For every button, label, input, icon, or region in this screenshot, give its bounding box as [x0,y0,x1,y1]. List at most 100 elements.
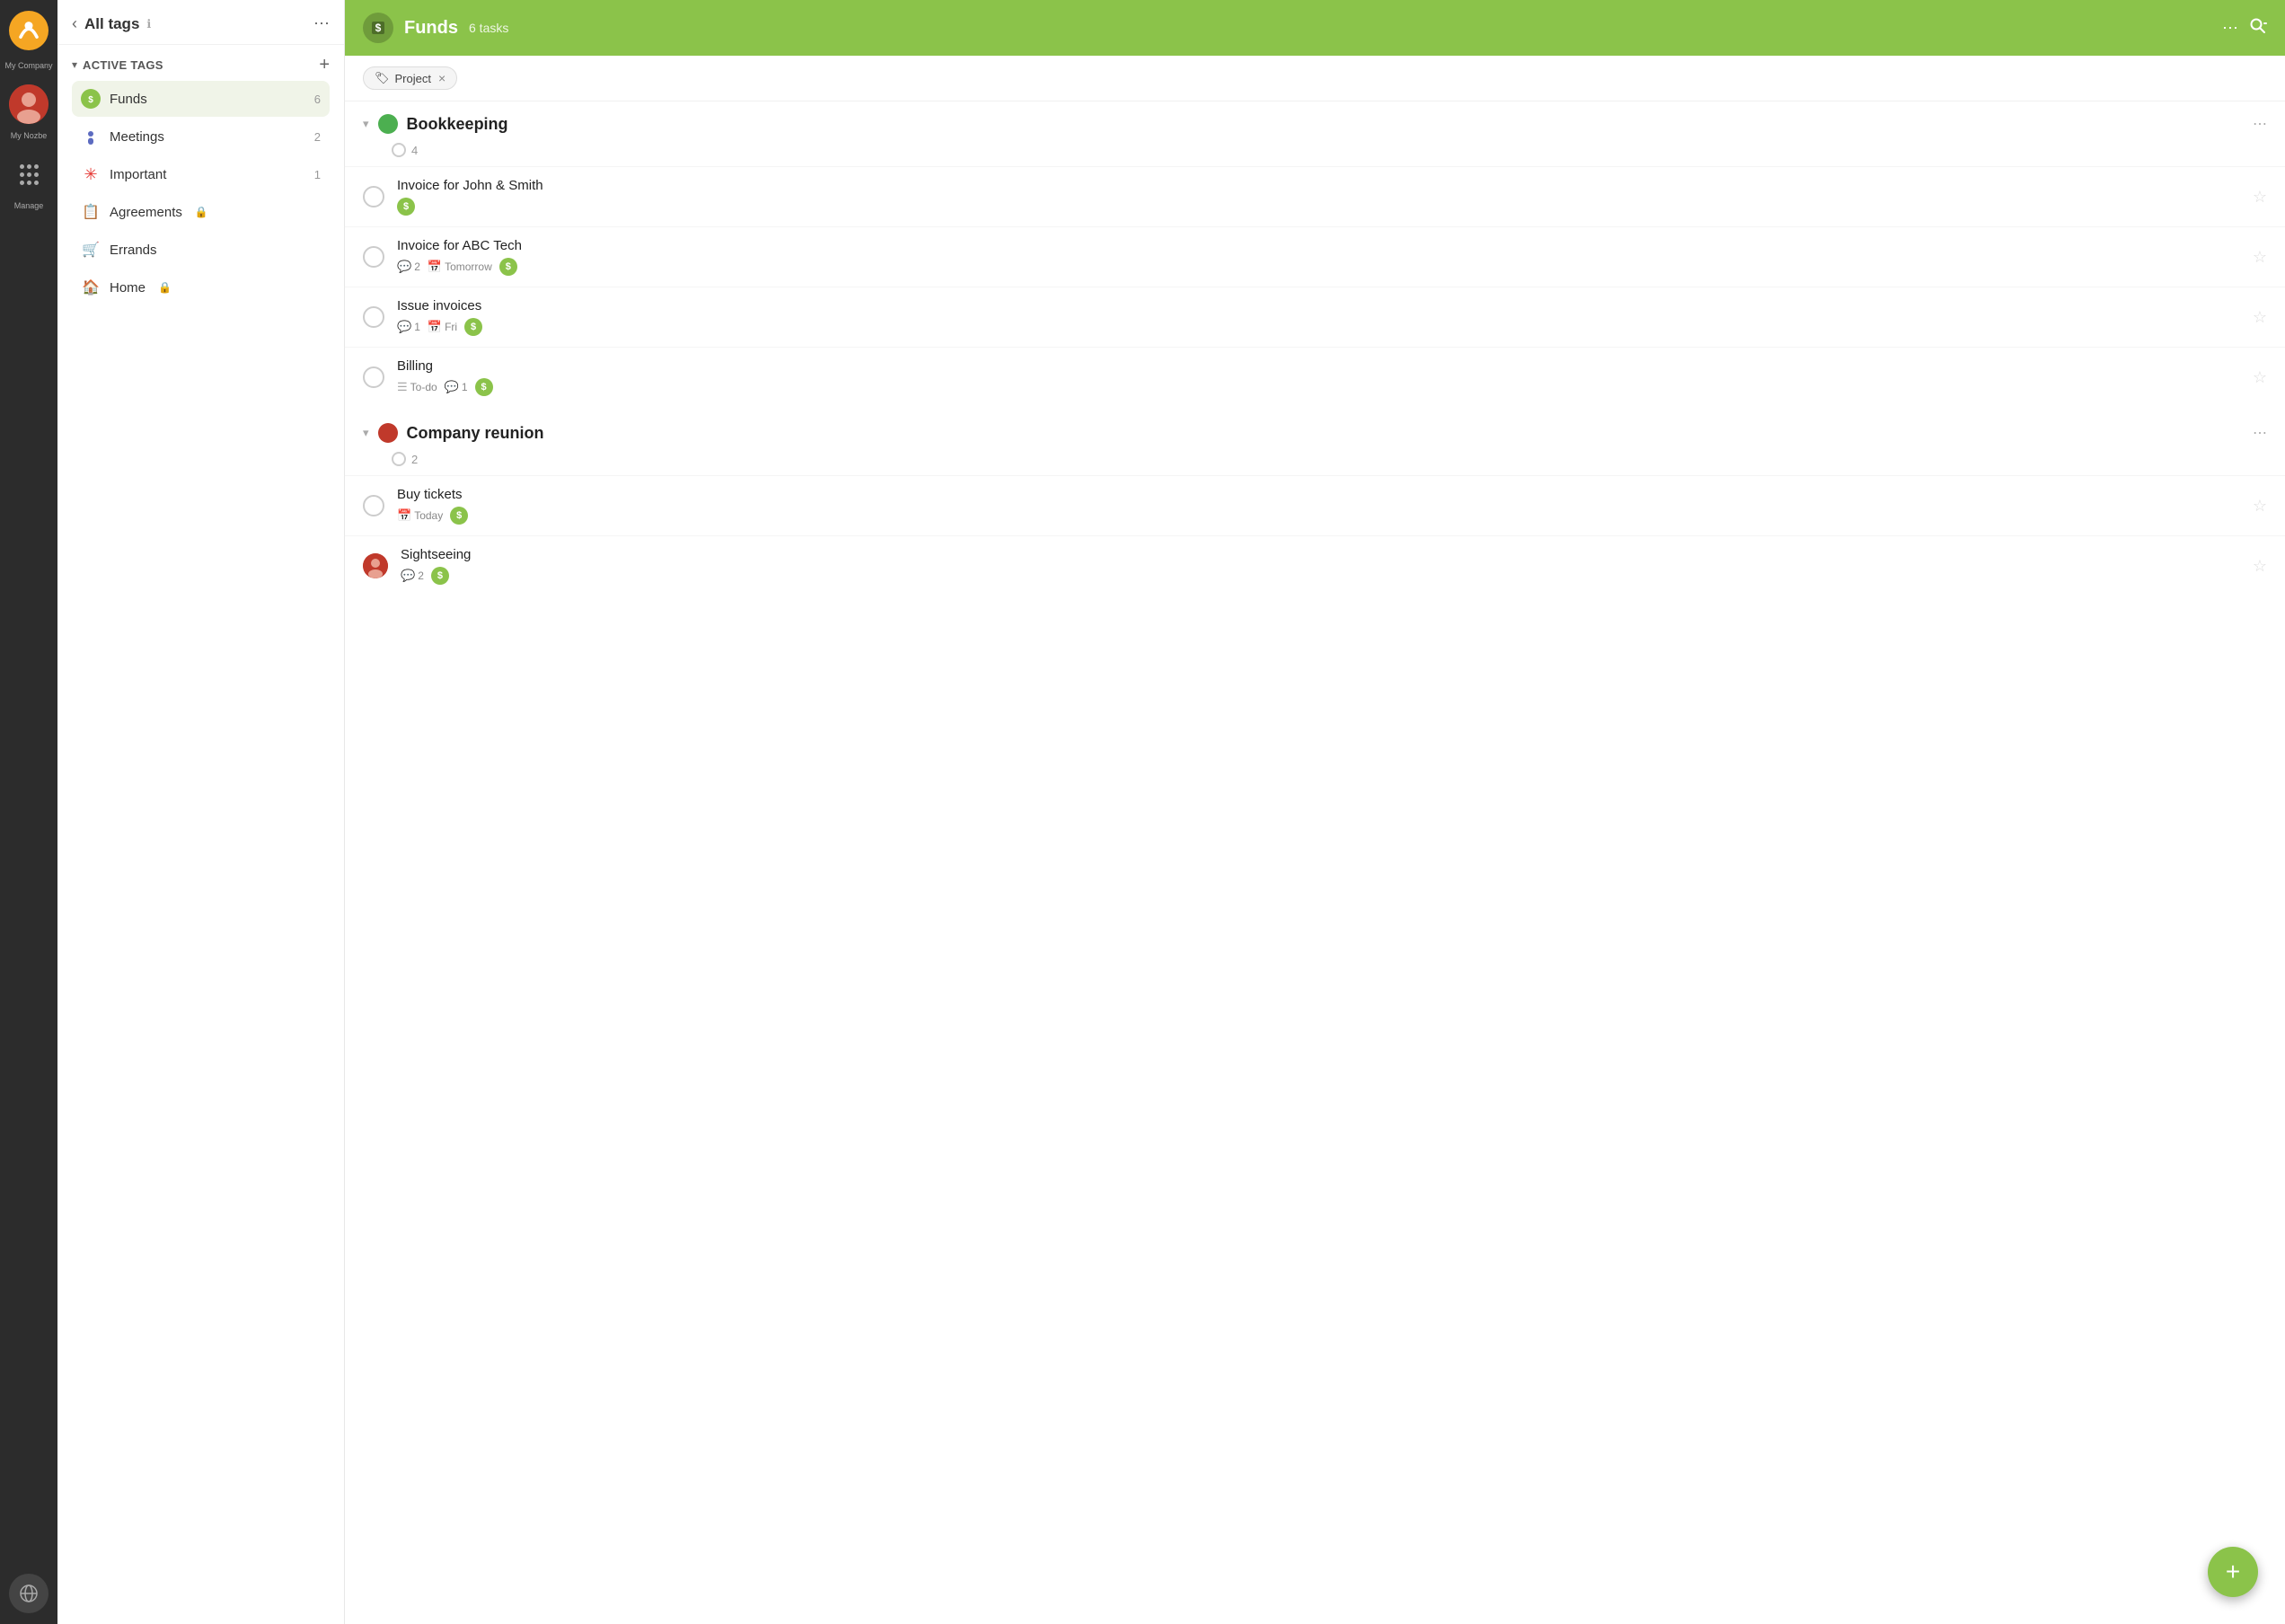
fab-add-button[interactable]: + [2208,1547,2258,1597]
tag-item-home[interactable]: 🏠 Home🔒 [72,269,330,305]
tag-funds-badge: $ [499,258,517,276]
sidebar: ‹ All tags ℹ ⋯ ▾ Active tags + $ Funds 6… [57,0,345,1624]
lock-icon: 🔒 [195,206,208,218]
header-more-button[interactable]: ⋯ [2222,17,2238,40]
task-checkbox[interactable] [363,246,384,268]
user-avatar[interactable] [9,84,49,124]
tag-item-left: 🏠 Home🔒 [81,278,172,297]
project-name: Company reunion [407,424,2244,443]
tag-name: Agreements [110,205,182,220]
project-chevron-icon[interactable]: ▾ [363,117,369,131]
header-search-button[interactable] [2249,17,2267,40]
agreements-icon: 📋 [81,202,101,222]
section-chevron-icon[interactable]: ▾ [72,58,77,71]
due-date: 📅Fri [428,320,457,334]
task-star-button[interactable]: ☆ [2253,308,2267,327]
globe-button[interactable] [9,1574,49,1613]
main-header-left: $ Funds 6 tasks [363,13,508,43]
task-count-icon [392,452,406,466]
task-meta: 💬2$ [401,567,2240,585]
left-nav: My Company My Nozbe Manage [0,0,57,1624]
task-title: Issue invoices [397,298,2240,313]
task-content: Issue invoices 💬1📅Fri$ [397,298,2240,336]
meetings-icon [81,127,101,146]
project-color-dot [378,423,398,443]
tag-item-left: 🛒 Errands [81,240,157,260]
section-header: ▾ Active tags + [72,56,330,74]
task-meta: 📅Today $ [397,507,2240,525]
task-checkbox[interactable] [363,495,384,516]
nav-bottom [9,1574,49,1613]
header-icon: $ [363,13,393,43]
due-date: 📅Today [397,508,443,523]
tag-funds-badge: $ [397,198,415,216]
task-title: Invoice for John & Smith [397,178,2240,193]
main-header: $ Funds 6 tasks ⋯ [345,0,2285,56]
tag-count: 6 [314,93,321,106]
project-header: ▾ Company reunion ⋯ [345,410,2285,450]
tag-name: Errands [110,243,157,258]
task-checkbox[interactable] [363,366,384,388]
errands-icon: 🛒 [81,240,101,260]
task-star-button[interactable]: ☆ [2253,557,2267,576]
task-row: Invoice for John & Smith $ ☆ [345,166,2285,226]
tag-item-agreements[interactable]: 📋 Agreements 🔒 [72,194,330,230]
sidebar-header-left: ‹ All tags ℹ [72,14,151,33]
tag-item-funds[interactable]: $ Funds 6 [72,81,330,117]
tag-item-left: 📋 Agreements 🔒 [81,202,208,222]
task-checkbox[interactable] [363,306,384,328]
tag-item-important[interactable]: ✳ Important 1 [72,156,330,192]
tag-name: Important [110,167,166,182]
task-title: Billing [397,358,2240,374]
project-chevron-icon[interactable]: ▾ [363,426,369,440]
task-star-button[interactable]: ☆ [2253,497,2267,516]
filter-bar: 🏷 Project × [345,56,2285,102]
task-star-button[interactable]: ☆ [2253,188,2267,207]
tag-name: Funds [110,92,147,107]
tag-count: 1 [314,168,321,181]
project-more-button[interactable]: ⋯ [2253,115,2267,133]
task-count-number: 2 [411,453,418,466]
task-avatar [363,553,388,578]
section-title: Active tags [83,58,163,72]
manage-button[interactable] [9,154,49,194]
task-meta: ☰To-do💬1$ [397,378,2240,396]
user-label: My Nozbe [11,131,48,140]
svg-text:$: $ [88,95,93,105]
tag-funds-badge: $ [475,378,493,396]
task-content: Sightseeing 💬2$ [401,547,2240,585]
task-checkbox[interactable] [363,186,384,207]
task-row: Sightseeing 💬2$ ☆ [345,535,2285,596]
tag-name: Meetings [110,129,164,145]
important-icon: ✳ [81,164,101,184]
back-button[interactable]: ‹ [72,14,77,33]
tag-item-meetings[interactable]: Meetings 2 [72,119,330,154]
tag-funds-badge: $ [450,507,468,525]
sidebar-title: All tags [84,15,139,33]
comment-count: 💬1 [445,380,468,394]
tag-funds-badge: $ [464,318,482,336]
add-tag-button[interactable]: + [319,56,330,74]
project-group-1: ▾ Company reunion ⋯ 2 Buy tickets 📅Today… [345,410,2285,596]
task-content: Invoice for ABC Tech 💬2📅Tomorrow$ [397,238,2240,276]
chip-label: Project [395,72,431,85]
chip-close-icon[interactable]: × [438,71,446,85]
header-actions: ⋯ [2222,17,2267,40]
task-title: Invoice for ABC Tech [397,238,2240,253]
chip-icon: 🏷 [375,71,390,85]
task-row: Buy tickets 📅Today$ ☆ [345,475,2285,535]
project-more-button[interactable]: ⋯ [2253,424,2267,442]
projects-list: ▾ Bookkeeping ⋯ 4 Invoice for John & Smi… [345,102,2285,1624]
task-star-button[interactable]: ☆ [2253,368,2267,387]
app-logo[interactable] [9,11,49,50]
tag-item-errands[interactable]: 🛒 Errands [72,232,330,268]
tag-item-left: ✳ Important [81,164,166,184]
project-group-0: ▾ Bookkeeping ⋯ 4 Invoice for John & Smi… [345,102,2285,407]
svg-text:$: $ [375,22,382,34]
home-icon: 🏠 [81,278,101,297]
sidebar-more-button[interactable]: ⋯ [313,14,330,33]
manage-label: Manage [14,201,44,210]
sidebar-header: ‹ All tags ℹ ⋯ [57,0,344,45]
project-filter-chip[interactable]: 🏷 Project × [363,66,457,90]
task-star-button[interactable]: ☆ [2253,248,2267,267]
